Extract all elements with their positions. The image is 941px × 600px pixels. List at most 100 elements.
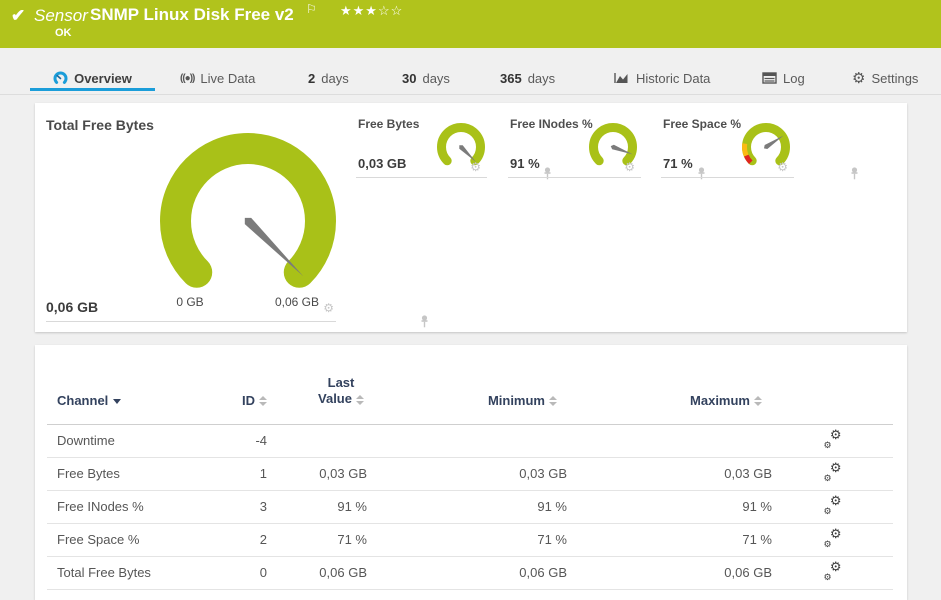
tab-overview-label: Overview — [74, 70, 132, 86]
settings-gear-icon: ⚙ — [852, 69, 866, 87]
total-free-bytes-gauge — [160, 133, 336, 288]
gauge-current-value: 71 % — [663, 156, 693, 171]
sensor-status-badge: OK — [55, 27, 72, 39]
channel-minimum: 91 % — [537, 499, 567, 514]
column-header-id[interactable]: ID — [212, 375, 267, 424]
table-row: Downtime -4 ⚙ ⚙ — [47, 424, 893, 457]
channel-id: 2 — [259, 532, 267, 547]
channel-last-value: 91 % — [337, 499, 367, 514]
tab-live-data[interactable]: ((●)) Live Data — [180, 66, 255, 90]
gauge-current-value: 0,03 GB — [358, 156, 407, 171]
gauge-title: Free Bytes — [358, 117, 420, 131]
live-data-icon: ((●)) — [180, 72, 195, 84]
column-header-maximum[interactable]: Maximum — [567, 375, 772, 424]
table-row: Free Space % 2 71 % 71 % 71 % ⚙ ⚙ — [47, 523, 893, 556]
column-header-minimum[interactable]: Minimum — [367, 375, 567, 424]
sort-desc-icon — [113, 398, 122, 404]
gauge-title: Free Space % — [663, 117, 742, 131]
channel-settings-gears-icon[interactable]: ⚙ ⚙ — [823, 560, 843, 582]
check-icon: ✔ — [11, 6, 26, 25]
gauge-current-value: 91 % — [510, 156, 540, 171]
free-inodes-gauge — [589, 123, 637, 166]
gear-icon[interactable]: ⚙ — [777, 161, 788, 173]
sensor-kind-label: Sensor — [34, 6, 88, 25]
sort-icon — [549, 396, 557, 407]
log-icon — [762, 72, 777, 84]
channel-last-value: 0,03 GB — [319, 466, 367, 481]
tab-settings[interactable]: ⚙ Settings — [852, 66, 918, 90]
sort-icon — [355, 394, 364, 405]
channel-last-value: 71 % — [337, 532, 367, 547]
free-bytes-gauge — [437, 123, 485, 166]
gear-icon[interactable]: ⚙ — [323, 302, 334, 314]
gauge-current-value: 0,06 GB — [46, 299, 99, 315]
tab-log[interactable]: Log — [762, 66, 805, 90]
table-row: Free INodes % 3 91 % 91 % 91 % ⚙ ⚙ — [47, 490, 893, 523]
channel-maximum: 0,03 GB — [724, 466, 772, 481]
sort-icon — [259, 396, 267, 407]
gauge-min-label: 0 GB — [176, 295, 204, 309]
tab-settings-label: Settings — [871, 70, 919, 86]
gauge-title: Total Free Bytes — [46, 117, 154, 133]
channel-settings-gears-icon[interactable]: ⚙ ⚙ — [823, 494, 843, 516]
table-row: Free Bytes 1 0,03 GB 0,03 GB 0,03 GB ⚙ ⚙ — [47, 457, 893, 490]
channels-table: Channel ID Last Value Minimum Maximum Do… — [47, 375, 893, 590]
column-header-channel[interactable]: Channel — [47, 375, 212, 424]
channel-settings-gears-icon[interactable]: ⚙ ⚙ — [823, 461, 843, 483]
tab-365-days[interactable]: 365 days — [500, 66, 555, 90]
pin-icon[interactable] — [420, 315, 429, 328]
channel-name: Total Free Bytes — [57, 565, 151, 580]
channel-maximum: 91 % — [742, 499, 772, 514]
channels-panel: Channel ID Last Value Minimum Maximum Do… — [35, 345, 907, 600]
channel-id: 3 — [259, 499, 267, 514]
sensor-header: ✔ Sensor SNMP Linux Disk Free v2 ⚐ ★★★☆☆… — [0, 0, 941, 48]
column-header-last-value[interactable]: Last Value — [267, 375, 367, 424]
tab-bar: Overview ((●)) Live Data 2 days 30 days … — [0, 48, 941, 95]
tab-30-days-number: 30 — [402, 70, 417, 86]
channel-maximum — [567, 424, 772, 457]
tab-365-days-label: days — [527, 70, 556, 86]
channel-name: Downtime — [57, 433, 115, 448]
tab-30-days-label: days — [422, 70, 450, 86]
channel-maximum: 0,06 GB — [724, 565, 772, 580]
channel-settings-gears-icon[interactable]: ⚙ ⚙ — [823, 527, 843, 549]
channel-id: -4 — [255, 433, 267, 448]
gear-icon[interactable]: ⚙ — [470, 161, 481, 173]
tab-2-days-number: 2 — [308, 70, 316, 86]
flag-icon: ⚐ — [306, 2, 317, 16]
tab-historic-data-label: Historic Data — [636, 70, 711, 86]
gear-icon[interactable]: ⚙ — [624, 161, 635, 173]
channel-maximum: 71 % — [742, 532, 772, 547]
tab-live-data-label: Live Data — [200, 70, 256, 86]
channel-name: Free Space % — [57, 532, 140, 547]
channel-last-value: 0,06 GB — [319, 565, 367, 580]
sort-icon — [754, 396, 762, 407]
gauge-block-free-bytes: Free Bytes 0,03 GB ⚙ — [356, 113, 551, 180]
active-tab-underline — [30, 88, 155, 91]
channel-minimum: 0,06 GB — [519, 565, 567, 580]
channel-name: Free INodes % — [57, 499, 144, 514]
gauge-block-free-space: Free Space % 71 % ⚙ — [661, 113, 858, 180]
tab-30-days[interactable]: 30 days — [402, 66, 450, 90]
channel-settings-gears-icon[interactable]: ⚙ ⚙ — [823, 428, 843, 450]
gauge-block-free-inodes: Free INodes % 91 % ⚙ — [508, 113, 705, 180]
gauge-block-total-free-bytes: Total Free Bytes 0 GB 0,06 GB 0,06 GB ⚙ — [46, 113, 428, 328]
tab-2-days[interactable]: 2 days — [308, 66, 349, 90]
tab-365-days-number: 365 — [500, 70, 522, 86]
tab-2-days-label: days — [321, 70, 349, 86]
channel-id: 0 — [259, 565, 267, 580]
tab-overview[interactable]: Overview — [30, 66, 155, 90]
channel-minimum: 0,03 GB — [519, 466, 567, 481]
gauge-icon — [53, 71, 68, 86]
gauge-max-label: 0,06 GB — [274, 295, 320, 309]
gauges-panel: Total Free Bytes 0 GB 0,06 GB 0,06 GB ⚙ … — [35, 103, 907, 332]
table-row: Total Free Bytes 0 0,06 GB 0,06 GB 0,06 … — [47, 556, 893, 589]
pin-icon[interactable] — [850, 167, 859, 180]
tab-historic-data[interactable]: Historic Data — [614, 66, 710, 90]
free-space-gauge — [742, 123, 790, 166]
sensor-title: SNMP Linux Disk Free v2 — [90, 5, 294, 24]
priority-stars[interactable]: ★★★☆☆ — [340, 3, 403, 19]
channel-last-value — [267, 424, 367, 457]
channel-name: Free Bytes — [57, 466, 120, 481]
channel-id: 1 — [259, 466, 267, 481]
